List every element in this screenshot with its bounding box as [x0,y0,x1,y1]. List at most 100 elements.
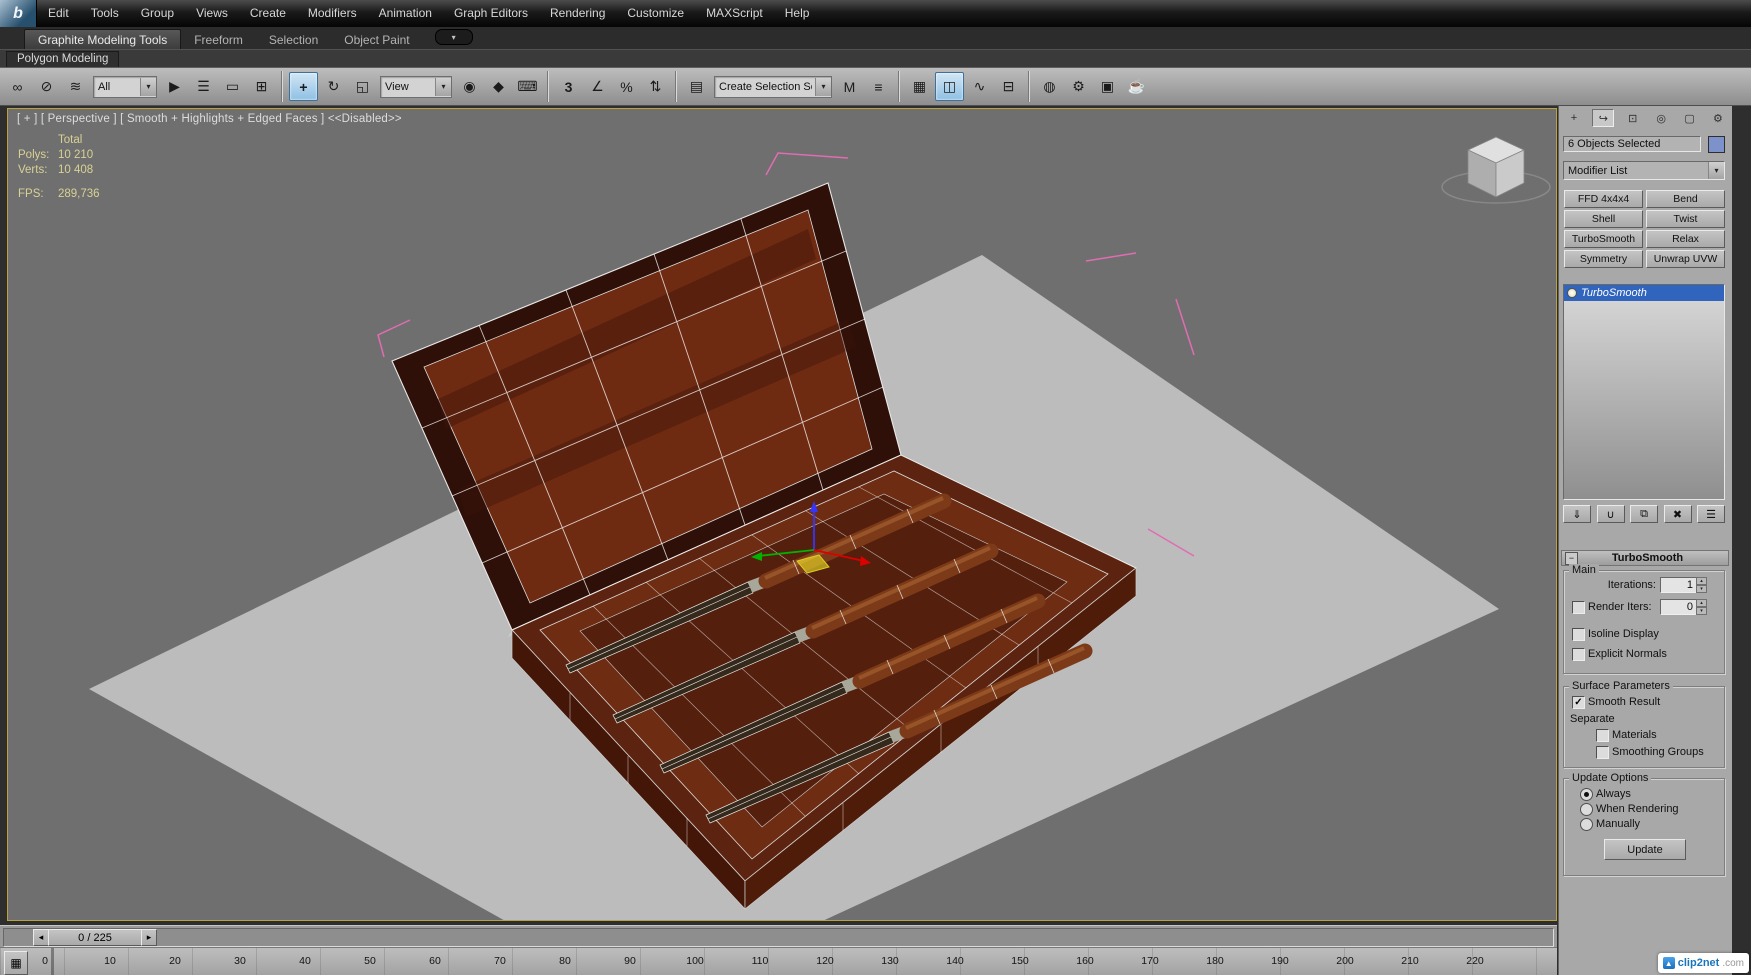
mirror-button[interactable]: M [836,73,863,100]
select-and-manipulate-button[interactable]: ◆ [485,73,512,100]
menu-item-maxscript[interactable]: MAXScript [695,0,774,27]
pin-stack-button[interactable]: ⇓ [1563,505,1591,523]
modifier-stack-item-turbosmooth[interactable]: TurboSmooth [1564,285,1724,301]
command-panel-tab-create[interactable]: + [1564,110,1584,126]
viewport-label[interactable]: [ + ] [ Perspective ] [ Smooth + Highlig… [17,113,402,125]
smooth-result-checkbox[interactable]: ✓ [1572,696,1585,709]
spinner-up-icon[interactable]: ▴ [1696,577,1707,585]
menu-item-group[interactable]: Group [130,0,185,27]
percent-snap-toggle[interactable]: % [613,73,640,100]
modifier-button-twist[interactable]: Twist [1646,210,1725,228]
object-name-field[interactable]: 6 Objects Selected [1563,136,1701,152]
window-crossing-toggle[interactable]: ⊞ [248,73,275,100]
modifier-button-symmetry[interactable]: Symmetry [1564,250,1643,268]
command-panel-tab-motion[interactable]: ◎ [1651,110,1671,126]
modifier-enabled-bulb-icon[interactable] [1567,288,1577,298]
select-and-scale-button[interactable]: ◱ [349,73,376,100]
materials-checkbox[interactable] [1596,729,1609,742]
make-unique-button[interactable]: ⧉ [1630,505,1658,523]
command-panel-tab-display[interactable]: ▢ [1680,110,1700,126]
mini-curve-editor-button[interactable]: ▦ [4,951,28,975]
align-button[interactable]: ≡ [865,73,892,100]
menu-item-create[interactable]: Create [239,0,297,27]
iterations-field[interactable]: 1 [1660,577,1697,593]
modifier-button-bend[interactable]: Bend [1646,190,1725,208]
render-iters-checkbox[interactable] [1572,601,1585,614]
menu-item-modifiers[interactable]: Modifiers [297,0,368,27]
spinner-snap-toggle[interactable]: ⇅ [642,73,669,100]
ribbon-panel-polygon-modeling[interactable]: Polygon Modeling [6,51,120,67]
snaps-toggle-button[interactable]: 3 [555,73,582,100]
ribbon-tab-freeform[interactable]: Freeform [181,30,256,49]
menu-item-edit[interactable]: Edit [37,0,80,27]
configure-modifier-sets-button[interactable]: ☰ [1697,505,1725,523]
render-iters-spinner[interactable]: ▴ ▾ [1696,599,1707,615]
viewcube[interactable] [1441,136,1551,204]
update-button[interactable]: Update [1604,839,1686,860]
time-slider-handle[interactable]: 0 / 225 [48,929,142,946]
modifier-list-dropdown[interactable]: Modifier List ▾ [1563,161,1725,180]
spinner-down-icon[interactable]: ▾ [1696,585,1707,593]
graphite-modeling-toggle[interactable]: ◫ [935,72,964,101]
select-object-button[interactable]: ▶ [161,73,188,100]
select-by-name-button[interactable]: ☰ [190,73,217,100]
modifier-button-turbosmooth[interactable]: TurboSmooth [1564,230,1643,248]
schematic-view-button[interactable]: ⊟ [995,73,1022,100]
use-pivot-point-center-button[interactable]: ◉ [456,73,483,100]
modifier-button-relax[interactable]: Relax [1646,230,1725,248]
menu-item-rendering[interactable]: Rendering [539,0,616,27]
keyboard-shortcut-override-toggle[interactable]: ⌨ [514,73,541,100]
previous-frame-button[interactable]: ◂ [33,929,49,946]
material-editor-button[interactable]: ◍ [1036,73,1063,100]
viewport-perspective[interactable]: [ + ] [ Perspective ] [ Smooth + Highlig… [7,108,1557,921]
render-iters-field[interactable]: 0 [1660,599,1697,615]
reference-coordinate-system-dropdown[interactable]: View ▾ [380,75,452,98]
layer-manager-button[interactable]: ▦ [906,73,933,100]
show-end-result-button[interactable]: ∪ [1596,505,1625,523]
remove-modifier-button[interactable]: ✖ [1663,505,1692,523]
explicit-normals-checkbox[interactable] [1572,648,1585,661]
menu-item-graph-editors[interactable]: Graph Editors [443,0,539,27]
curve-editor-button[interactable]: ∿ [966,73,993,100]
modifier-button-unwrap-uvw[interactable]: Unwrap UVW [1646,250,1725,268]
select-and-rotate-button[interactable]: ↻ [320,73,347,100]
selection-filter-dropdown[interactable]: All ▾ [93,75,157,98]
update-always-radio[interactable] [1580,788,1593,801]
command-panel-tab-modify[interactable]: ↪ [1592,109,1615,127]
named-selection-sets-dropdown[interactable]: Create Selection Se ▾ [714,75,832,98]
iterations-spinner[interactable]: ▴ ▾ [1696,577,1707,593]
select-and-link-button[interactable]: ∞ [4,73,31,100]
time-slider-track[interactable] [3,928,1554,947]
modifier-button-shell[interactable]: Shell [1564,210,1643,228]
menu-item-tools[interactable]: Tools [80,0,130,27]
command-panel-tab-hierarchy[interactable]: ⊡ [1623,110,1643,126]
menu-item-animation[interactable]: Animation [368,0,443,27]
modifier-button-ffd4x4x4[interactable]: FFD 4x4x4 [1564,190,1643,208]
object-color-swatch[interactable] [1708,136,1725,153]
edit-named-selection-sets-button[interactable]: ▤ [683,73,710,100]
ribbon-tab-object-paint[interactable]: Object Paint [331,30,422,49]
spinner-up-icon[interactable]: ▴ [1696,599,1707,607]
menu-item-customize[interactable]: Customize [616,0,695,27]
update-when-rendering-radio[interactable] [1580,803,1593,816]
rendered-frame-window-button[interactable]: ▣ [1094,73,1121,100]
menu-item-help[interactable]: Help [774,0,821,27]
smoothing-groups-checkbox[interactable] [1596,746,1609,759]
ribbon-tab-selection[interactable]: Selection [256,30,331,49]
ribbon-minimize-toggle[interactable]: ▾ [434,29,473,45]
render-setup-button[interactable]: ⚙ [1065,73,1092,100]
angle-snap-toggle[interactable]: ∠ [584,73,611,100]
isoline-display-checkbox[interactable] [1572,628,1585,641]
modifier-stack[interactable]: TurboSmooth [1563,284,1725,500]
unlink-selection-button[interactable]: ⊘ [33,73,60,100]
command-panel-tab-utilities[interactable]: ⚙ [1708,110,1728,126]
next-frame-button[interactable]: ▸ [141,929,157,946]
rectangular-selection-region-button[interactable]: ▭ [219,73,246,100]
track-bar[interactable]: ▦ 0 10 20 30 40 50 60 70 80 90 100 110 120 130 140 150 1… [0,947,1557,975]
bind-to-space-warp-button[interactable]: ≋ [62,73,89,100]
ribbon-tab-graphite-modeling-tools[interactable]: Graphite Modeling Tools [24,29,182,49]
select-and-move-button[interactable]: + [289,72,318,101]
menu-item-views[interactable]: Views [185,0,239,27]
render-production-button[interactable]: ☕ [1123,73,1150,100]
update-manually-radio[interactable] [1580,818,1593,831]
